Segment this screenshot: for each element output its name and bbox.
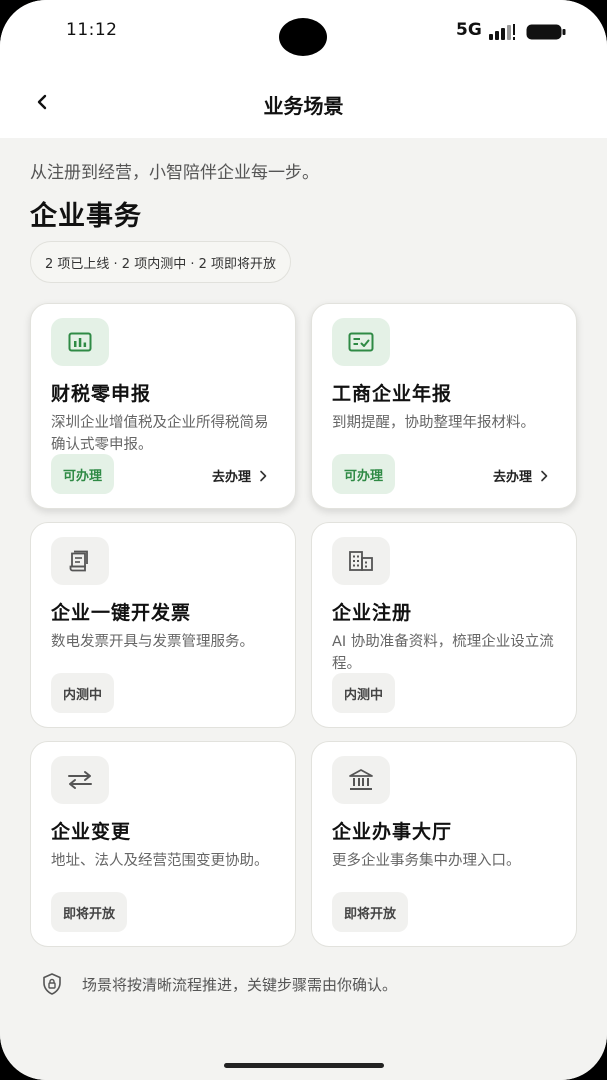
intro-subtitle: 从注册到经营，小智陪伴企业每一步。 bbox=[30, 163, 319, 183]
card-title: 企业一键开发票 bbox=[51, 602, 192, 624]
card-company-registration[interactable]: 企业注册 AI 协助准备资料，梳理企业设立流程。 内测中 bbox=[311, 522, 577, 728]
bar-chart-icon bbox=[51, 318, 109, 366]
go-handle-link[interactable]: 去办理 bbox=[493, 466, 548, 485]
footer-note-text: 场景将按清晰流程推进，关键步骤需由你确认。 bbox=[82, 975, 398, 994]
phone-screen: 11:12 5G 业务场景 从注册到经营，小智陪伴企业每一步。 企业事务 2 项… bbox=[0, 0, 607, 1080]
status-badge: 可办理 bbox=[332, 454, 396, 494]
action-label: 去办理 bbox=[211, 470, 251, 485]
footer-note: 场景将按清晰流程推进，关键步骤需由你确认。 bbox=[40, 972, 397, 996]
card-title: 工商企业年报 bbox=[332, 383, 453, 405]
network-type: 5G bbox=[456, 20, 482, 40]
page-title: 业务场景 bbox=[263, 94, 344, 118]
card-description: 深圳企业增值税及企业所得税简易确认式零申报。 bbox=[51, 415, 269, 453]
section-title: 企业事务 bbox=[30, 201, 142, 232]
main-content: 从注册到经营，小智陪伴企业每一步。 企业事务 2 项已上线 · 2 项内测中 ·… bbox=[0, 138, 607, 1080]
card-title: 财税零申报 bbox=[51, 383, 152, 405]
card-title: 企业办事大厅 bbox=[332, 821, 453, 843]
card-description: 更多企业事务集中办理入口。 bbox=[332, 853, 521, 869]
battery-icon bbox=[526, 24, 566, 40]
card-invoice[interactable]: 企业一键开发票 数电发票开具与发票管理服务。 内测中 bbox=[30, 522, 296, 728]
card-annual-report[interactable]: 工商企业年报 到期提醒，协助整理年报材料。 可办理 去办理 bbox=[311, 303, 577, 509]
go-handle-link[interactable]: 去办理 bbox=[212, 466, 267, 485]
status-badge: 即将开放 bbox=[51, 892, 128, 932]
card-title: 企业变更 bbox=[51, 821, 132, 843]
invoice-icon bbox=[51, 537, 109, 585]
chevron-right-icon bbox=[541, 470, 548, 481]
building-icon bbox=[332, 537, 390, 585]
status-time: 11:12 bbox=[66, 20, 118, 40]
camera-notch bbox=[279, 18, 327, 56]
card-service-hall[interactable]: 企业办事大厅 更多企业事务集中办理入口。 即将开放 bbox=[311, 741, 577, 947]
card-company-change[interactable]: 企业变更 地址、法人及经营范围变更协助。 即将开放 bbox=[30, 741, 296, 947]
nav-bar: 业务场景 bbox=[0, 70, 607, 138]
card-tax-zero-filing[interactable]: 财税零申报 深圳企业增值税及企业所得税简易确认式零申报。 可办理 去办理 bbox=[30, 303, 296, 509]
card-title: 企业注册 bbox=[332, 602, 413, 624]
status-badge: 内测中 bbox=[51, 673, 115, 713]
status-badge: 内测中 bbox=[332, 673, 396, 713]
report-check-icon bbox=[332, 318, 390, 366]
status-badge: 可办理 bbox=[51, 454, 115, 494]
bank-icon bbox=[332, 756, 390, 804]
shield-lock-icon bbox=[43, 973, 61, 995]
signal-icon bbox=[489, 24, 515, 40]
card-description: 地址、法人及经营范围变更协助。 bbox=[51, 853, 269, 869]
chevron-right-icon bbox=[260, 470, 267, 481]
status-badge: 即将开放 bbox=[332, 892, 409, 932]
action-label: 去办理 bbox=[492, 470, 532, 485]
swap-arrows-icon bbox=[51, 756, 109, 804]
card-description: 到期提醒，协助整理年报材料。 bbox=[332, 415, 535, 431]
home-indicator[interactable] bbox=[224, 1063, 384, 1068]
card-description: 数电发票开具与发票管理服务。 bbox=[51, 634, 254, 650]
summary-pill: 2 项已上线 · 2 项内测中 · 2 项即将开放 bbox=[30, 241, 292, 283]
card-description: AI 协助准备资料，梳理企业设立流程。 bbox=[332, 634, 554, 672]
status-bar: 11:12 5G bbox=[0, 0, 607, 70]
